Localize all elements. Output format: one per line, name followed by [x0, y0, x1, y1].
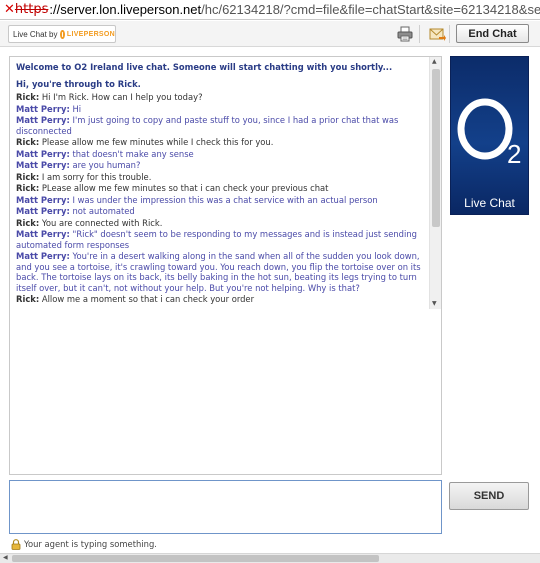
message-sender: Matt Perry: [16, 194, 70, 205]
message-text: Allow me a moment so that i can check yo… [41, 294, 255, 304]
message-sender: Rick: [16, 294, 40, 304]
scroll-left-arrow-icon[interactable]: ◀ [3, 554, 8, 561]
message-text: I am sorry for this trouble. [41, 171, 152, 182]
chat-message: Rick: Please allow me few minutes while … [16, 137, 423, 148]
message-text: Hi [72, 103, 82, 114]
chat-message: Rick: PLease allow me few minutes so tha… [16, 183, 423, 194]
horizontal-scrollbar-thumb[interactable] [12, 555, 379, 562]
message-sender: Rick: [16, 92, 40, 102]
chat-message: Rick: Hi I'm Rick. How can I help you to… [16, 92, 423, 103]
o2-logo-subscript: 2 [507, 139, 521, 169]
chat-message: Matt Perry: You're in a desert walking a… [16, 251, 423, 293]
message-text: You are connected with Rick. [41, 217, 163, 228]
printer-icon[interactable] [396, 25, 414, 43]
message-sender: Matt Perry: [16, 229, 70, 239]
transcript-content: Welcome to O2 Ireland live chat. Someone… [10, 57, 429, 474]
message-sender: Rick: [16, 217, 40, 228]
message-sender: Rick: [16, 171, 40, 182]
message-sender: Matt Perry: [16, 206, 70, 216]
url-host: ://server.lon.liveperson.net [49, 2, 202, 17]
o2-logo-icon: 2 [457, 98, 521, 169]
chat-toolbar: Live Chat by LIVEPERSON End Chat [0, 21, 540, 47]
email-icon[interactable] [428, 25, 446, 43]
send-button[interactable]: SEND [449, 482, 529, 510]
lock-icon [11, 538, 21, 550]
typing-status-text: Your agent is typing something. [24, 539, 157, 549]
chat-transcript[interactable]: Welcome to O2 Ireland live chat. Someone… [9, 56, 442, 475]
message-sender: Rick: [16, 183, 40, 193]
liveperson-badge[interactable]: Live Chat by LIVEPERSON [8, 25, 116, 43]
chat-message: Rick: Allow me a moment so that i can ch… [16, 294, 423, 305]
brand-prefix: Live Chat by [13, 29, 58, 39]
url-path: /hc/62134218/?cmd=file&file=chatStart&si… [201, 2, 540, 17]
address-bar[interactable]: ✕ https ://server.lon.liveperson.net/hc/… [0, 0, 540, 20]
message-list: Rick: Hi I'm Rick. How can I help you to… [16, 92, 423, 305]
connected-message: Hi, you're through to Rick. [16, 78, 141, 89]
chat-message: Matt Perry: I'm just going to copy and p… [16, 115, 423, 136]
message-text: I was under the impression this was a ch… [72, 194, 378, 205]
live-chat-caption: Live Chat [464, 196, 515, 210]
message-text: Hi I'm Rick. How can I help you today? [41, 92, 203, 102]
chat-message: Rick: You are connected with Rick. [16, 218, 423, 229]
certificate-error-icon[interactable]: ✕ [4, 2, 15, 17]
toolbar-divider [449, 25, 450, 43]
message-sender: Rick: [16, 137, 40, 147]
chat-message: Matt Perry: Hi [16, 104, 423, 115]
message-sender: Matt Perry: [16, 160, 70, 170]
message-text: I'm just going to copy and paste stuff t… [16, 115, 399, 136]
toolbar-divider [419, 25, 420, 43]
message-text: Please allow me few minutes while I chec… [41, 137, 274, 147]
message-text: not automated [72, 206, 135, 216]
url-scheme: https [14, 2, 49, 17]
message-sender: Matt Perry: [16, 251, 70, 261]
message-input[interactable] [9, 480, 442, 534]
liveperson-logo-icon [60, 29, 65, 39]
chat-message: Matt Perry: are you human? [16, 160, 423, 171]
transcript-scrollbar[interactable]: ▲ ▼ [429, 57, 441, 309]
end-chat-button[interactable]: End Chat [456, 24, 529, 43]
scroll-up-arrow-icon[interactable]: ▲ [432, 58, 437, 66]
o2-brand-panel: 2 Live Chat [450, 56, 529, 215]
chat-message: Matt Perry: "Rick" doesn't seem to be re… [16, 229, 423, 250]
chat-message: Matt Perry: not automated [16, 206, 423, 217]
message-sender: Matt Perry: [16, 148, 70, 159]
message-text: You're in a desert walking along in the … [16, 251, 421, 293]
chat-message: Matt Perry: I was under the impression t… [16, 195, 423, 206]
message-sender: Matt Perry: [16, 103, 70, 114]
url-text: ://server.lon.liveperson.net/hc/62134218… [49, 2, 540, 17]
message-text: "Rick" doesn't seem to be responding to … [16, 229, 417, 250]
message-sender: Matt Perry: [16, 115, 70, 125]
typing-status: Your agent is typing something. [11, 538, 157, 550]
welcome-message: Welcome to O2 Ireland live chat. Someone… [16, 62, 393, 72]
chat-message: Matt Perry: that doesn't make any sense [16, 149, 423, 160]
scrollbar-thumb[interactable] [432, 69, 440, 227]
scroll-down-arrow-icon[interactable]: ▼ [432, 300, 437, 308]
brand-name: LIVEPERSON [66, 30, 115, 38]
message-text: are you human? [72, 160, 141, 170]
window-horizontal-scrollbar[interactable]: ◀ [0, 553, 540, 563]
message-text: PLease allow me few minutes so that i ca… [41, 183, 329, 193]
chat-message: Rick: I am sorry for this trouble. [16, 172, 423, 183]
message-text: that doesn't make any sense [72, 148, 194, 159]
